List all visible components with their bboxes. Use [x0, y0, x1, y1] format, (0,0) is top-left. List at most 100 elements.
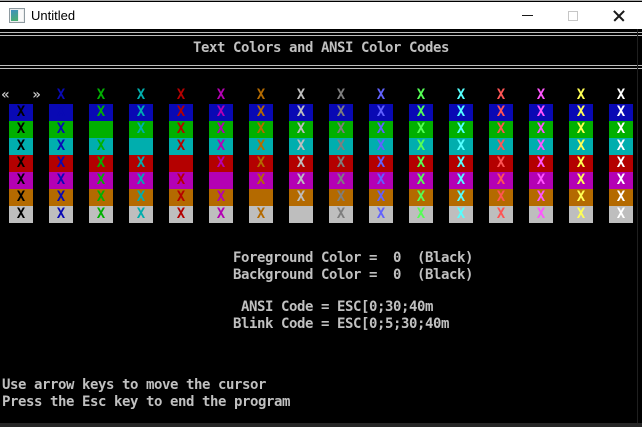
color-cell: X — [481, 121, 521, 138]
console-app-icon[interactable] — [9, 8, 25, 23]
background-color-block: X — [369, 189, 393, 206]
color-cell: X — [1, 189, 41, 206]
color-cell: X — [41, 189, 81, 206]
color-sample-char: X — [96, 104, 106, 120]
background-color-block: X — [409, 189, 433, 206]
background-color-block: X — [49, 87, 73, 104]
color-sample-char: X — [576, 172, 586, 188]
color-sample-char: X — [176, 87, 186, 103]
background-color-block: X — [409, 104, 433, 121]
background-color-block: X — [89, 189, 113, 206]
color-cell: X — [321, 87, 361, 104]
background-color-block: X — [449, 206, 473, 223]
background-color-block: X — [489, 155, 513, 172]
color-sample-char: X — [536, 104, 546, 120]
background-color-block: X — [529, 155, 553, 172]
color-cell: X — [521, 121, 561, 138]
color-cell: X — [241, 104, 281, 121]
color-sample-char: X — [296, 138, 306, 154]
color-cell: X — [521, 189, 561, 206]
color-sample-char: X — [176, 138, 186, 154]
color-sample-char: X — [536, 87, 546, 103]
color-cell: X — [201, 121, 241, 138]
color-sample-char: X — [336, 155, 346, 171]
color-cell: X — [241, 87, 281, 104]
color-sample-char: X — [56, 104, 66, 120]
background-color-block: X — [209, 155, 233, 172]
color-cell: X — [441, 189, 481, 206]
background-color-block: X — [329, 172, 353, 189]
color-cell: X — [1, 155, 41, 172]
background-color-block: X — [129, 189, 153, 206]
background-color-block: X — [9, 121, 33, 138]
color-cell: X — [561, 121, 601, 138]
color-cell: X — [161, 189, 201, 206]
background-color-block: X — [289, 104, 313, 121]
background-color-block: X — [289, 121, 313, 138]
background-color-block: X — [129, 172, 153, 189]
color-sample-char: X — [16, 206, 26, 222]
color-cell: X — [321, 172, 361, 189]
color-cell: X — [401, 121, 441, 138]
minimize-button[interactable] — [504, 2, 550, 29]
color-grid-row: X « » X X X X X X X X X X X X X X X — [1, 87, 641, 104]
color-cell: X — [81, 155, 121, 172]
foreground-color-status: Foreground Color = 0 (Black) — [233, 250, 473, 266]
color-cell: X — [521, 172, 561, 189]
background-color-block: X — [529, 189, 553, 206]
maximize-button — [550, 2, 596, 29]
background-color-block: X — [609, 104, 633, 121]
color-cell: X — [81, 206, 121, 223]
color-sample-char: X — [96, 155, 106, 171]
background-color-block: X — [129, 87, 153, 104]
color-sample-char: X — [336, 104, 346, 120]
color-cell: X — [361, 206, 401, 223]
color-cell: X — [241, 155, 281, 172]
color-sample-char: X — [456, 121, 466, 137]
color-sample-char: X — [176, 155, 186, 171]
color-sample-char: X — [16, 138, 26, 154]
title-bar[interactable]: Untitled — [0, 2, 642, 29]
color-sample-char: X — [376, 172, 386, 188]
background-color-block: X — [49, 172, 73, 189]
color-sample-char: X — [136, 206, 146, 222]
color-cell: X — [481, 206, 521, 223]
color-sample-char: X — [536, 138, 546, 154]
background-color-block: X — [9, 155, 33, 172]
color-cell: X — [321, 206, 361, 223]
color-cell: X — [561, 155, 601, 172]
background-color-block: X — [369, 155, 393, 172]
color-cell: X — [281, 206, 321, 223]
color-sample-char: X — [136, 87, 146, 103]
background-color-block: X — [209, 206, 233, 223]
background-color-block: X — [529, 172, 553, 189]
background-color-block: X — [9, 206, 33, 223]
close-button[interactable] — [596, 2, 642, 29]
color-sample-char: X — [256, 172, 266, 188]
background-color-block: X — [529, 121, 553, 138]
background-color-block: X — [489, 172, 513, 189]
background-color-block: X — [49, 138, 73, 155]
color-cell: X — [241, 206, 281, 223]
background-color-block: X — [329, 206, 353, 223]
background-color-status: Background Color = 0 (Black) — [233, 267, 473, 283]
background-color-block: X — [489, 121, 513, 138]
color-cell: X — [241, 121, 281, 138]
color-cell: X — [401, 104, 441, 121]
color-cell: X — [241, 189, 281, 206]
console-screen[interactable]: Text Colors and ANSI Color Codes X «» X X X X… — [0, 29, 642, 427]
color-sample-char: X — [176, 172, 186, 188]
color-sample-char: X — [376, 121, 386, 137]
background-color-block: X — [209, 172, 233, 189]
background-color-block: X — [89, 206, 113, 223]
color-cell: X — [281, 104, 321, 121]
background-color-block: X — [529, 206, 553, 223]
color-cell: X — [41, 172, 81, 189]
color-sample-char: X — [296, 189, 306, 205]
color-cell: X — [161, 155, 201, 172]
color-cell: X — [441, 121, 481, 138]
color-cell: X — [241, 138, 281, 155]
background-color-block: X — [289, 138, 313, 155]
color-sample-char: X — [496, 189, 506, 205]
background-color-block: X — [569, 172, 593, 189]
